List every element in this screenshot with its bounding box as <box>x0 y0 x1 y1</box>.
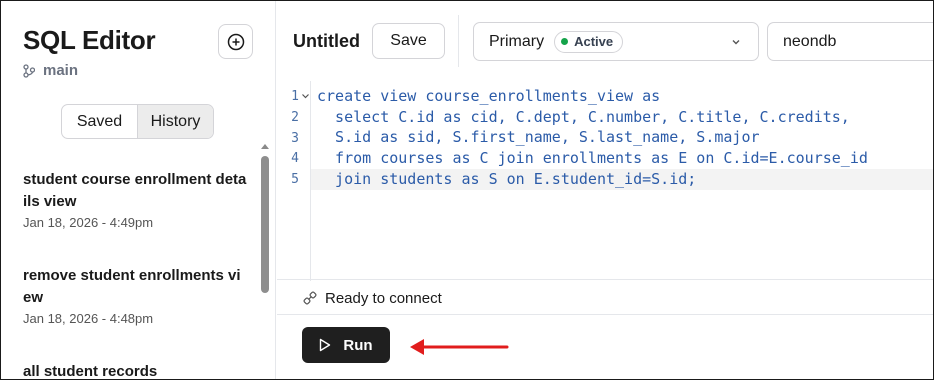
history-item-date: Jan 18, 2026 - 4:49pm <box>23 215 154 230</box>
history-item-date: Jan 18, 2026 - 4:48pm <box>23 311 154 326</box>
line-number: 2 <box>291 110 299 125</box>
line-number: 5 <box>291 172 299 187</box>
history-item-title: student course enrollment details view <box>23 171 247 210</box>
branch-select-label: Primary <box>489 32 545 50</box>
scroll-up-arrow-icon[interactable] <box>261 144 269 149</box>
line-number: 4 <box>291 151 299 166</box>
branch-name: main <box>43 62 79 79</box>
saved-history-toggle: Saved History <box>61 104 214 139</box>
history-item[interactable]: all student records <box>23 361 248 380</box>
line-number-gutter: 1 2 3 4 5 <box>277 81 311 281</box>
line-number: 3 <box>291 131 299 146</box>
sidebar-scrollbar[interactable] <box>259 144 271 379</box>
status-dot-icon <box>561 38 569 45</box>
fold-chevron-icon[interactable] <box>301 92 310 100</box>
line-number: 1 <box>291 89 299 104</box>
run-button[interactable]: Run <box>302 327 390 363</box>
history-item-title: remove student enrollments view <box>23 267 241 306</box>
history-item[interactable]: student course enrollment details view J… <box>23 169 248 230</box>
code-line-active: join students as S on E.student_id=S.id; <box>311 169 933 190</box>
new-query-button[interactable] <box>218 24 253 59</box>
editor-toolbar: Untitled Save Primary Active neondb <box>277 1 933 81</box>
scrollbar-thumb[interactable] <box>261 156 269 293</box>
app-window: SQL Editor main Saved History student co… <box>0 0 934 380</box>
database-select[interactable]: neondb <box>767 22 933 61</box>
status-badge: Active <box>554 30 624 53</box>
toolbar-divider <box>458 15 459 67</box>
status-text: Ready to connect <box>325 289 442 307</box>
connection-status: Ready to connect <box>277 282 933 315</box>
query-title[interactable]: Untitled <box>293 31 360 52</box>
play-icon <box>320 338 331 352</box>
code-line: create view course_enrollments_view as <box>317 87 661 105</box>
history-item-title: all student records <box>23 363 158 380</box>
git-branch-icon <box>23 63 35 78</box>
code-editor[interactable]: 1 2 3 4 5 create view course_enrollments… <box>277 81 933 281</box>
code-line: select C.id as cid, C.dept, C.number, C.… <box>317 108 850 126</box>
tab-saved[interactable]: Saved <box>62 105 137 138</box>
connection-plug-icon <box>303 291 317 305</box>
save-button[interactable]: Save <box>372 23 445 59</box>
tab-history[interactable]: History <box>137 105 213 138</box>
code-line: S.id as sid, S.first_name, S.last_name, … <box>317 128 760 146</box>
database-name: neondb <box>783 32 837 50</box>
status-badge-label: Active <box>574 34 614 49</box>
branch-select[interactable]: Primary Active <box>473 22 759 61</box>
red-arrow-icon <box>410 339 509 355</box>
chevron-down-icon <box>732 40 740 45</box>
run-button-label: Run <box>343 336 373 354</box>
history-item[interactable]: remove student enrollments view Jan 18, … <box>23 265 248 326</box>
branch-indicator: main <box>23 62 78 79</box>
code-line: from courses as C join enrollments as E … <box>317 149 868 167</box>
sidebar-title: SQL Editor <box>23 25 156 55</box>
plus-circle-icon <box>227 33 244 50</box>
sidebar: SQL Editor main Saved History student co… <box>1 1 276 380</box>
editor-divider <box>277 279 933 281</box>
